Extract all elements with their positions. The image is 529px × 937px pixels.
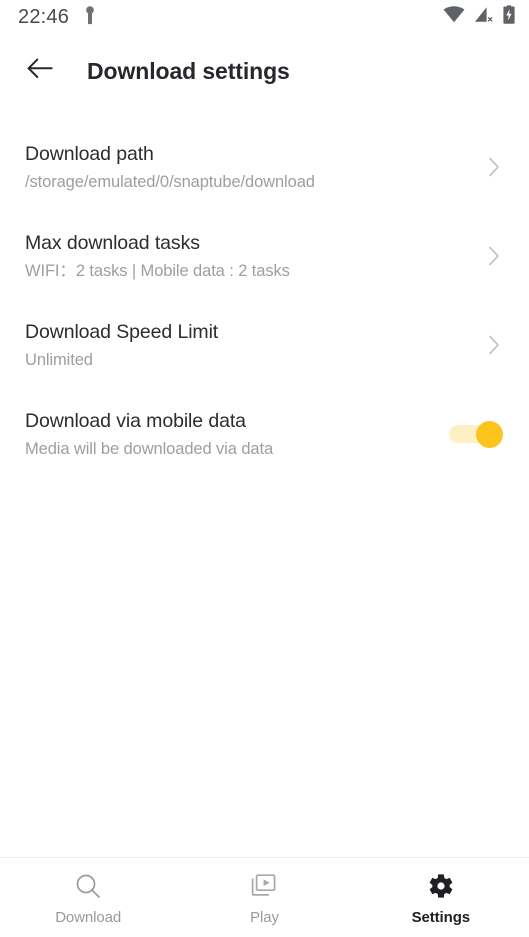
row-text-group: Download path /storage/emulated/0/snaptu… [25, 141, 469, 194]
app-bar: Download settings [0, 34, 529, 108]
settings-row-download-path[interactable]: Download path /storage/emulated/0/snaptu… [0, 137, 529, 197]
tab-settings[interactable]: Settings [353, 870, 529, 926]
row-subtitle: WIFI：2 tasks | Mobile data : 2 tasks [25, 261, 290, 280]
settings-list: Download path /storage/emulated/0/snaptu… [0, 108, 529, 857]
gear-icon [427, 870, 455, 902]
status-bar-clock: 22:46 [18, 6, 70, 28]
tab-label: Settings [411, 909, 470, 926]
status-bar-left: 22:46 [18, 5, 97, 30]
battery-charging-icon [503, 4, 515, 30]
search-icon [74, 870, 102, 902]
row-title: Download via mobile data [25, 409, 246, 432]
row-text-group: Max download tasks WIFI：2 tasks | Mobile… [25, 230, 469, 283]
chevron-right-icon [483, 156, 505, 178]
settings-row-download-speed-limit[interactable]: Download Speed Limit Unlimited [0, 315, 529, 375]
row-subtitle: Unlimited [25, 350, 93, 369]
settings-row-download-via-mobile-data[interactable]: Download via mobile data Media will be d… [0, 404, 529, 464]
status-bar: 22:46 [0, 0, 529, 34]
row-title: Max download tasks [25, 231, 200, 254]
tab-play[interactable]: Play [176, 870, 352, 926]
row-text-group: Download Speed Limit Unlimited [25, 319, 469, 372]
row-title: Download path [25, 142, 154, 165]
tab-label: Play [250, 909, 279, 926]
wifi-icon [443, 6, 465, 28]
arrow-left-icon [27, 58, 53, 85]
tab-label: Download [55, 909, 122, 926]
chevron-right-icon [483, 334, 505, 356]
toggle-thumb [476, 421, 503, 448]
row-subtitle: /storage/emulated/0/snaptube/download [25, 172, 315, 191]
row-subtitle: Media will be downloaded via data [25, 439, 274, 458]
row-title: Download Speed Limit [25, 320, 219, 343]
back-button[interactable] [23, 54, 57, 88]
settings-row-max-download-tasks[interactable]: Max download tasks WIFI：2 tasks | Mobile… [0, 226, 529, 286]
download-settings-screen: 22:46 Download settings Download path /s… [0, 0, 529, 937]
page-title: Download settings [87, 57, 290, 84]
cellular-signal-off-icon [474, 6, 494, 28]
bottom-navigation: Download Play Settings [0, 857, 529, 937]
mobile-data-toggle[interactable] [449, 417, 503, 451]
notification-icon [83, 5, 97, 30]
video-library-icon [250, 870, 278, 902]
tab-download[interactable]: Download [0, 870, 176, 926]
status-bar-right [443, 4, 515, 30]
row-text-group: Download via mobile data Media will be d… [25, 408, 435, 461]
chevron-right-icon [483, 245, 505, 267]
